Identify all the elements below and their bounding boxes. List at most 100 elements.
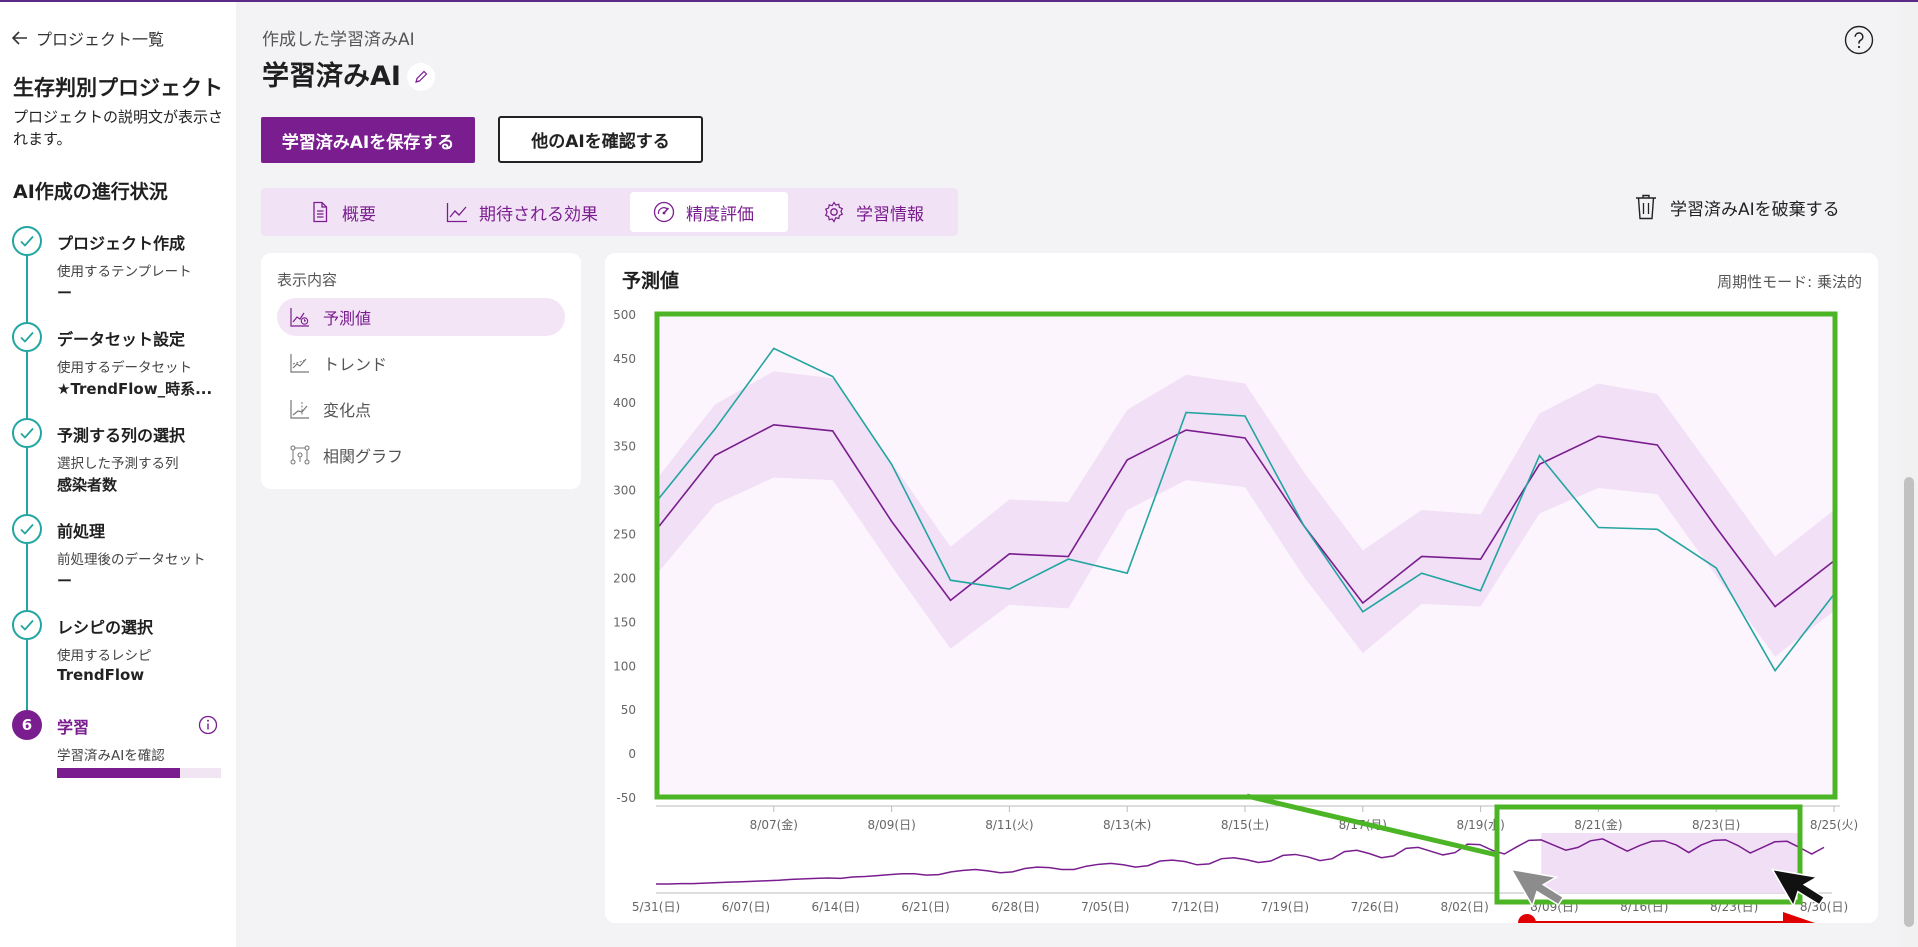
changepoint-chart-icon <box>290 400 309 419</box>
step-connector <box>26 448 28 514</box>
x-tick-label: 8/11(火) <box>985 818 1033 832</box>
navigator-selection <box>1541 833 1800 893</box>
pencil-icon <box>415 70 428 83</box>
step-sub: 学習済みAIを確認 <box>57 748 165 764</box>
navigator-tick-label: 6/28(日) <box>991 900 1039 914</box>
step-sub: 選択した予測する列 <box>57 456 179 472</box>
x-tick-label: 8/25(火) <box>1810 818 1858 832</box>
step-name: 学習 <box>57 718 90 737</box>
navigator-tick-label: 8/02(日) <box>1440 900 1488 914</box>
tab-overview[interactable]: 概要 <box>308 192 376 232</box>
progress-title: AI作成の進行状況 <box>13 181 168 203</box>
tab-expected-effect[interactable]: 期待される効果 <box>445 192 598 232</box>
project-description: プロジェクトの説明文が表示されます。 <box>13 108 224 148</box>
menu-label: 予測値 <box>323 309 372 328</box>
navigator-tick-label: 7/12(日) <box>1171 900 1219 914</box>
y-tick-label: 200 <box>613 571 636 585</box>
y-tick-label: 0 <box>628 747 636 761</box>
navigator-tick-label: 6/07(日) <box>722 900 770 914</box>
training-progress-bar <box>57 768 221 778</box>
discard-label: 学習済みAIを破棄する <box>1670 199 1840 220</box>
gauge-icon <box>653 201 675 223</box>
step-name: プロジェクト作成 <box>57 234 186 253</box>
menu-label: 変化点 <box>323 401 372 420</box>
forecast-chart-card: 予測値 周期性モード: 乗法的 -50 0 50 100 150 200 250 300 350… <box>605 253 1878 923</box>
menu-item-correlation[interactable]: 相関グラフ <box>277 436 565 474</box>
panel-label: 表示内容 <box>277 271 338 289</box>
y-tick-label: -50 <box>616 791 636 805</box>
step-value: ー <box>57 572 73 590</box>
tab-label: 概要 <box>342 204 376 225</box>
check-icon <box>12 418 42 448</box>
tab-label: 期待される効果 <box>479 204 598 225</box>
y-tick-label: 300 <box>613 484 636 498</box>
y-tick-label: 150 <box>613 615 636 629</box>
y-tick-label: 250 <box>613 528 636 542</box>
project-title: 生存判別プロジェクト <box>13 76 223 100</box>
y-tick-label: 400 <box>613 396 636 410</box>
document-icon <box>313 201 328 223</box>
forecast-chart[interactable]: -50 0 50 100 150 200 250 300 350 400 450 500 8/07(金)… <box>605 253 1878 923</box>
step-connector <box>26 352 28 418</box>
back-to-project-list-link[interactable]: プロジェクト一覧 <box>12 26 164 50</box>
discard-ai-button[interactable]: 学習済みAIを破棄する <box>1634 193 1840 221</box>
navigator-tick-label: 5/31(日) <box>632 900 680 914</box>
menu-item-changepoint[interactable]: 変化点 <box>277 390 565 428</box>
info-icon[interactable] <box>198 715 218 735</box>
save-ai-button[interactable]: 学習済みAIを保存する <box>261 117 475 163</box>
step-connector <box>26 544 28 610</box>
help-icon[interactable] <box>1844 25 1874 55</box>
tab-bar: 概要 期待される効果 精度評価 学習情報 <box>261 188 958 236</box>
x-tick-label: 8/23(日) <box>1692 818 1740 832</box>
step-sub: 使用するデータセット <box>57 360 192 376</box>
trend-chart-icon <box>290 354 309 373</box>
step-value: TrendFlow <box>57 666 145 684</box>
scrollbar-thumb[interactable] <box>1904 477 1914 927</box>
x-tick-label: 8/21(金) <box>1574 817 1622 832</box>
step-number: 6 <box>12 710 42 740</box>
step-sub: 前処理後のデータセット <box>57 552 206 568</box>
navigator-tick-label: 7/19(日) <box>1261 900 1309 914</box>
page-subtitle: 作成した学習済みAI <box>262 30 415 50</box>
navigator-tick-label: 6/21(日) <box>901 900 949 914</box>
top-accent-line <box>0 0 1918 2</box>
navigator-tick-label: 7/05(日) <box>1081 900 1129 914</box>
x-tick-label: 8/09(日) <box>867 818 915 832</box>
x-tick-label: 8/07(金) <box>750 817 798 832</box>
menu-item-forecast[interactable]: 予測値 <box>277 298 565 336</box>
step-value: 感染者数 <box>57 476 118 494</box>
back-link-label: プロジェクト一覧 <box>36 30 165 49</box>
compare-other-ai-button[interactable]: 他のAIを確認する <box>498 116 703 163</box>
navigator-tick-label: 7/26(日) <box>1351 900 1399 914</box>
menu-item-trend[interactable]: トレンド <box>277 344 565 382</box>
step-value: ー <box>57 284 73 302</box>
page-scrollbar[interactable] <box>1900 2 1918 947</box>
edit-title-button[interactable] <box>407 63 435 91</box>
tab-label: 学習情報 <box>856 204 924 225</box>
x-tick-label: 8/13(木) <box>1103 818 1151 832</box>
navigator-tick-label: 6/14(日) <box>812 900 860 914</box>
arrow-left-icon <box>12 31 27 45</box>
trash-icon <box>1636 194 1656 220</box>
step-name: 前処理 <box>57 522 106 541</box>
navigator-tick-label: 8/30(日) <box>1800 900 1848 914</box>
check-icon <box>12 610 42 640</box>
y-tick-label: 500 <box>613 308 636 322</box>
step-name: レシピの選択 <box>57 618 154 637</box>
step-name: 予測する列の選択 <box>57 426 186 445</box>
step-value: ★TrendFlow_時系... <box>57 380 213 398</box>
step-name: データセット設定 <box>57 330 186 349</box>
tab-training-info[interactable]: 学習情報 <box>822 192 924 232</box>
y-tick-label: 350 <box>613 440 636 454</box>
step-sub: 使用するテンプレート <box>57 264 192 280</box>
training-progress-fill <box>57 768 180 778</box>
y-tick-label: 50 <box>621 703 636 717</box>
step-connector <box>26 640 28 720</box>
tab-accuracy[interactable]: 精度評価 <box>630 192 788 232</box>
correlation-graph-icon <box>290 445 310 465</box>
page-title: 学習済みAI <box>262 61 401 92</box>
menu-label: 相関グラフ <box>323 447 404 466</box>
step-sub: 使用するレシピ <box>57 648 152 664</box>
display-content-panel: 表示内容 予測値 トレンド 変化点 相関グラフ <box>261 253 581 489</box>
sidebar: プロジェクト一覧 生存判別プロジェクト プロジェクトの説明文が表示されます。 A… <box>0 2 236 947</box>
